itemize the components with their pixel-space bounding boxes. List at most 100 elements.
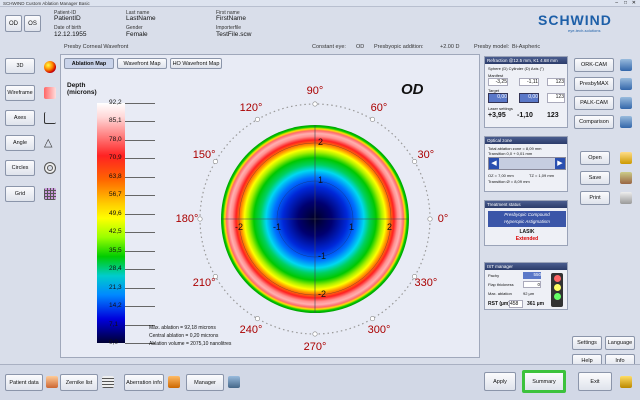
aberration-icon[interactable] bbox=[168, 376, 180, 388]
printer-icon[interactable] bbox=[620, 192, 632, 204]
model-value: Bi-Aspheric bbox=[512, 44, 541, 50]
flap-input[interactable]: 0 bbox=[523, 281, 541, 288]
manifest-sphere[interactable]: -3,25 bbox=[488, 78, 508, 86]
target-axis[interactable]: 123 bbox=[547, 93, 565, 103]
comparison-icon[interactable] bbox=[620, 116, 632, 128]
ist-header: IST manager bbox=[485, 263, 567, 270]
ist-panel: IST manager Pachy 550 Flap thickness 0 M… bbox=[484, 262, 568, 310]
axis-tick-v: -1 bbox=[318, 251, 327, 261]
treatment-header: Treatment status bbox=[485, 201, 567, 208]
manifest-axis[interactable]: 123 bbox=[547, 78, 565, 86]
laser-axis: 123 bbox=[547, 112, 559, 119]
save-button[interactable]: Save bbox=[580, 171, 610, 185]
patient-icon[interactable] bbox=[46, 376, 58, 388]
first-name: FirstName bbox=[216, 15, 246, 22]
angle-mark bbox=[369, 316, 375, 322]
nav-axes[interactable]: Axes bbox=[5, 110, 35, 126]
pachy-input[interactable]: 550 bbox=[523, 272, 541, 279]
patient-data-button[interactable]: Patient data bbox=[5, 374, 43, 391]
optical-zone-header: Optical zone bbox=[485, 137, 567, 144]
manager-button[interactable]: Manager bbox=[186, 374, 224, 391]
gender: Female bbox=[126, 31, 148, 38]
settings-button[interactable]: Settings bbox=[572, 336, 602, 350]
angle-label: 30° bbox=[417, 149, 435, 161]
nav-wireframe[interactable]: Wireframe bbox=[5, 85, 35, 101]
grid-icon[interactable] bbox=[44, 188, 56, 200]
manifest-cyl[interactable]: -1,11 bbox=[519, 78, 539, 86]
axes-icon[interactable] bbox=[44, 112, 56, 124]
maximize-icon[interactable]: □ bbox=[624, 0, 627, 6]
language-button[interactable]: Language bbox=[605, 336, 635, 350]
angle-mark bbox=[197, 216, 203, 222]
axis-tick-v: -2 bbox=[318, 289, 327, 299]
axis-tick-v: 2 bbox=[318, 137, 324, 147]
target-cyl[interactable]: 0,00 bbox=[519, 93, 539, 103]
orkcam-icon[interactable] bbox=[620, 59, 632, 71]
orkcam-button[interactable]: ORK-CAM bbox=[574, 58, 614, 72]
nav-circles[interactable]: Circles bbox=[5, 160, 35, 176]
wireframe-icon[interactable] bbox=[44, 87, 56, 99]
eye-label: OD bbox=[401, 81, 424, 98]
treatment-line1: Presbyopic Compound bbox=[504, 212, 550, 217]
angle-label: 330° bbox=[414, 277, 438, 289]
circles-icon[interactable] bbox=[44, 162, 56, 174]
presbymax-button[interactable]: PresbyMAX bbox=[574, 77, 614, 91]
floppy-icon[interactable] bbox=[620, 172, 632, 184]
print-button[interactable]: Print bbox=[580, 191, 610, 205]
flap-label: Flap thickness bbox=[488, 282, 514, 287]
rsb-input[interactable]: 458 bbox=[509, 300, 523, 308]
manager-icon[interactable] bbox=[228, 376, 240, 388]
angle-mark bbox=[427, 216, 433, 222]
max-label: Max. ablation bbox=[488, 291, 512, 296]
zernike-list-button[interactable]: Zernike list bbox=[60, 374, 98, 391]
aberration-info-button[interactable]: Aberration info bbox=[124, 374, 164, 391]
summary-button[interactable]: Summary bbox=[522, 370, 566, 393]
axis-tick-v: 1 bbox=[318, 175, 324, 185]
angle-icon[interactable]: △ bbox=[44, 137, 56, 149]
folder-icon[interactable] bbox=[620, 152, 632, 164]
axis-tick-h: 2 bbox=[387, 222, 393, 232]
arrow-right-icon[interactable]: ▶ bbox=[555, 158, 565, 169]
angle-mark bbox=[255, 316, 261, 322]
angle-label: 180° bbox=[175, 213, 199, 225]
list-icon[interactable] bbox=[102, 376, 114, 388]
oz-slider[interactable]: ◀ ▶ bbox=[488, 157, 566, 170]
brand-sub: eye-tech-solutions bbox=[568, 28, 601, 33]
open-button[interactable]: Open bbox=[580, 151, 610, 165]
palkcam-icon[interactable] bbox=[620, 97, 632, 109]
arrow-left-icon[interactable]: ◀ bbox=[489, 158, 499, 169]
model-label: Presby model: bbox=[474, 44, 510, 50]
3d-sphere-icon[interactable] bbox=[44, 61, 56, 73]
angle-mark bbox=[369, 116, 375, 122]
wavefront-type: Presby Corneal Wavefront bbox=[64, 44, 129, 50]
refraction-panel: Refraction @12.5 mm, K1 4.68 mm Sphere (… bbox=[484, 56, 568, 128]
presbymax-icon[interactable] bbox=[620, 78, 632, 90]
exit-button[interactable]: Exit bbox=[578, 372, 612, 391]
axis-tick-h: -1 bbox=[273, 222, 282, 232]
nav-grid[interactable]: Grid bbox=[5, 186, 35, 202]
rsb-label: RST (µm) bbox=[488, 301, 511, 307]
refraction-cols: Sphere (D) Cylinder (D) Axis (°) bbox=[488, 66, 544, 71]
angle-label: 270° bbox=[303, 341, 327, 353]
patient-id: PatientID bbox=[54, 15, 81, 22]
nav-angle[interactable]: Angle bbox=[5, 135, 35, 151]
nav-3d[interactable]: 3D bbox=[5, 58, 35, 74]
close-icon[interactable]: ✕ bbox=[632, 0, 636, 6]
treatment-panel: Treatment status Presbyopic Compound Hyp… bbox=[484, 200, 568, 246]
angle-label: 300° bbox=[367, 323, 391, 336]
minimize-icon[interactable]: – bbox=[615, 0, 618, 6]
exit-door-icon[interactable] bbox=[620, 376, 632, 388]
apply-button[interactable]: Apply bbox=[484, 372, 516, 391]
os-button[interactable]: OS bbox=[24, 15, 41, 32]
od-button[interactable]: OD bbox=[5, 15, 22, 32]
target-sphere[interactable]: 0,00 bbox=[488, 93, 508, 103]
axis-tick-h: -2 bbox=[235, 222, 244, 232]
stat-volume: Ablation volume = 2075,10 nanolitres bbox=[149, 341, 232, 347]
palkcam-button[interactable]: PALK-CAM bbox=[574, 96, 614, 110]
presbyopic-label: Presbyopic addition: bbox=[374, 44, 424, 50]
axis-tick-h: 1 bbox=[349, 222, 355, 232]
comparison-button[interactable]: Comparison bbox=[574, 115, 614, 129]
angle-mark bbox=[412, 159, 418, 165]
rsb-value: 361 µm bbox=[527, 301, 545, 307]
laser-sphere: +3,95 bbox=[488, 112, 506, 119]
